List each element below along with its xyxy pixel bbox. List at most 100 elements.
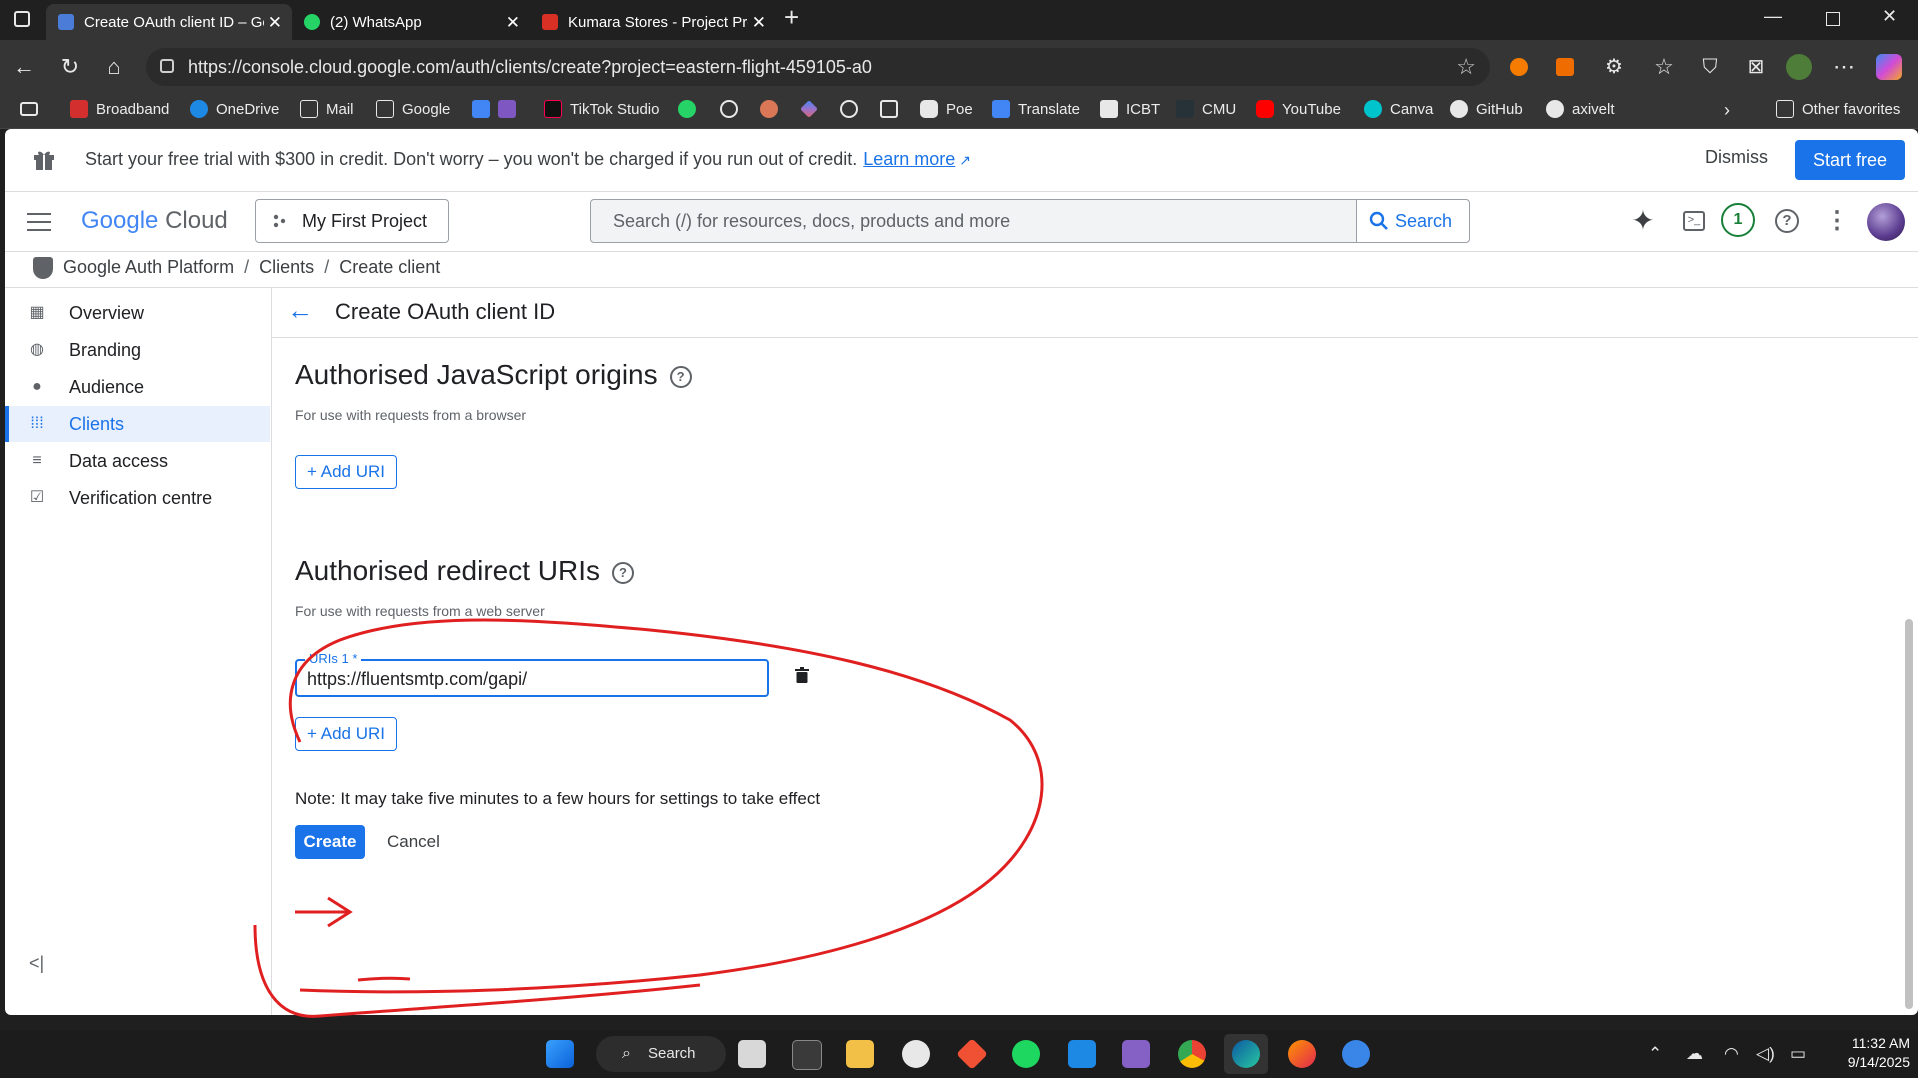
sidebar-item-verification-centre[interactable]: ☑ Verification centre [5, 480, 270, 516]
maximize-button[interactable] [1826, 12, 1840, 26]
favorite-star-icon[interactable]: ☆ [1456, 48, 1476, 86]
bookmark-gemini[interactable] [800, 100, 826, 118]
tab-kumara-stores[interactable]: Kumara Stores - Project Proposal. ✕ [530, 4, 776, 40]
help-icon[interactable]: ? [1771, 205, 1803, 237]
terminal-icon[interactable] [792, 1040, 822, 1070]
page-scrollbar[interactable] [1905, 619, 1913, 1009]
onedrive-tray-icon[interactable]: ☁ [1686, 1044, 1703, 1064]
bookmark-icbt[interactable]: ICBT [1100, 100, 1160, 118]
bookmark-github[interactable]: GitHub [1450, 100, 1523, 118]
start-free-button[interactable]: Start free [1795, 140, 1905, 180]
windows-start-icon[interactable] [546, 1040, 574, 1068]
bookmark-cmu[interactable]: CMU [1176, 100, 1236, 118]
spotify-icon[interactable] [1012, 1040, 1040, 1068]
taskbar-clock[interactable]: 11:32 AM 9/14/2025 [1830, 1034, 1910, 1072]
close-icon[interactable]: ✕ [268, 13, 282, 33]
main-menu-icon[interactable] [27, 213, 51, 237]
edge-icon[interactable] [1232, 1040, 1260, 1068]
volume-icon[interactable]: ◁) [1756, 1044, 1775, 1064]
add-redirect-uri-button[interactable]: + Add URI [295, 717, 397, 751]
google-cloud-logo[interactable]: Google Cloud [81, 207, 228, 235]
profile-avatar[interactable] [1786, 54, 1812, 80]
bookmark-perplexity[interactable] [840, 100, 866, 118]
bookmark-openai[interactable] [880, 100, 906, 118]
bookmark-docs[interactable] [472, 100, 524, 118]
tab-whatsapp[interactable]: (2) WhatsApp ✕ [292, 4, 530, 40]
firefox-icon[interactable] [1288, 1040, 1316, 1068]
redirect-uri-field[interactable]: URIs 1 * https://fluentsmtp.com/gapi/ [295, 651, 769, 697]
url-bar[interactable]: https://console.cloud.google.com/auth/cl… [146, 48, 1490, 86]
search-input[interactable]: Search (/) for resources, docs, products… [613, 211, 1010, 232]
bookmark-whatsapp[interactable] [678, 100, 704, 118]
clock-app-icon[interactable] [902, 1040, 930, 1068]
more-bookmarks-chevron-icon[interactable]: › [1724, 100, 1730, 121]
create-button[interactable]: Create [295, 825, 365, 859]
back-icon[interactable]: ← [10, 53, 38, 81]
sidebar-item-data-access[interactable]: ≡ Data access [5, 443, 270, 479]
bookmark-mail[interactable]: Mail [300, 100, 354, 118]
help-icon[interactable]: ? [669, 365, 692, 388]
new-tab-button[interactable]: + [784, 2, 799, 33]
sidebar-item-clients[interactable]: ⁞⁞⁞ Clients [5, 406, 270, 442]
close-window-button[interactable]: ✕ [1882, 6, 1897, 27]
task-view-icon[interactable] [738, 1040, 766, 1068]
collapse-sidebar-icon[interactable]: <| [29, 953, 44, 974]
bookmark-tiktok-studio[interactable]: TikTok Studio [544, 100, 659, 118]
copilot-icon[interactable] [1876, 54, 1902, 80]
bookmark-youtube[interactable]: YouTube [1256, 100, 1341, 118]
account-avatar[interactable] [1867, 203, 1905, 241]
refresh-icon[interactable]: ↻ [56, 53, 84, 81]
project-picker[interactable]: My First Project [255, 199, 449, 243]
sidebar-item-branding[interactable]: ◍ Branding [5, 332, 270, 368]
home-icon[interactable]: ⌂ [100, 53, 128, 81]
tab-actions-icon[interactable] [14, 11, 30, 27]
search-box[interactable]: Search (/) for resources, docs, products… [590, 199, 1470, 243]
bookmark-other-favorites[interactable]: Other favorites [1776, 100, 1900, 118]
bookmark-poe[interactable]: Poe [920, 100, 973, 118]
reading-list-icon[interactable] [20, 102, 38, 116]
breadcrumb-auth-platform[interactable]: Google Auth Platform [63, 257, 234, 277]
chrome-icon[interactable] [1178, 1040, 1206, 1068]
learn-more-link[interactable]: Learn more [863, 149, 955, 169]
taskbar-search[interactable]: ⌕ Search [596, 1036, 726, 1072]
favorites-icon[interactable]: ☆ [1650, 53, 1678, 81]
sidebar-item-audience[interactable]: ● Audience [5, 369, 270, 405]
browser-essentials-icon[interactable]: ⛉ [1696, 53, 1724, 81]
search-button[interactable]: Search [1356, 200, 1469, 242]
gemini-sparkle-icon[interactable]: ✦ [1627, 205, 1659, 237]
battery-icon[interactable]: ▭ [1790, 1044, 1806, 1064]
bookmark-onedrive[interactable]: OneDrive [190, 100, 279, 118]
visual-studio-icon[interactable] [1122, 1040, 1150, 1068]
bookmark-google[interactable]: Google [376, 100, 450, 118]
sidebar-item-overview[interactable]: ▦ Overview [5, 295, 270, 331]
bookmark-axivelt[interactable]: axivelt [1546, 100, 1615, 118]
bookmark-canva[interactable]: Canva [1364, 100, 1433, 118]
help-icon[interactable]: ? [612, 561, 635, 584]
minimize-button[interactable]: — [1764, 6, 1782, 27]
close-icon[interactable]: ✕ [506, 13, 520, 33]
bookmark-claude[interactable] [760, 100, 786, 118]
file-explorer-icon[interactable] [846, 1040, 874, 1068]
tab-oauth-client[interactable]: Create OAuth client ID – Google A ✕ [46, 4, 292, 40]
bookmark-translate[interactable]: Translate [992, 100, 1080, 118]
show-hidden-icons-chevron-icon[interactable]: ⌃ [1648, 1044, 1662, 1064]
back-arrow-icon[interactable]: ← [287, 295, 313, 326]
close-icon[interactable]: ✕ [752, 13, 766, 33]
more-vert-icon[interactable]: ⋮ [1821, 205, 1853, 237]
sync-app-icon[interactable] [1342, 1040, 1370, 1068]
extensions-puzzle-icon[interactable]: ⚙ [1600, 53, 1628, 81]
vscode-icon[interactable] [1068, 1040, 1096, 1068]
screenshot-icon[interactable]: ⊠ [1742, 53, 1770, 81]
more-options-icon[interactable]: ⋯ [1830, 53, 1858, 81]
redirect-uri-input[interactable]: https://fluentsmtp.com/gapi/ [307, 669, 527, 690]
bookmark-broadband[interactable]: Broadband [70, 100, 169, 118]
bookmark-chatgpt[interactable] [720, 100, 746, 118]
breadcrumb-clients[interactable]: Clients [259, 257, 314, 277]
cloud-shell-icon[interactable]: >_ [1677, 205, 1709, 237]
dismiss-button[interactable]: Dismiss [1705, 147, 1768, 168]
delete-icon[interactable] [795, 667, 809, 683]
extension-icon[interactable] [1556, 58, 1574, 76]
notifications-badge[interactable]: 1 [1721, 203, 1755, 237]
wifi-icon[interactable]: ◠ [1724, 1044, 1739, 1064]
git-icon[interactable] [956, 1038, 988, 1070]
